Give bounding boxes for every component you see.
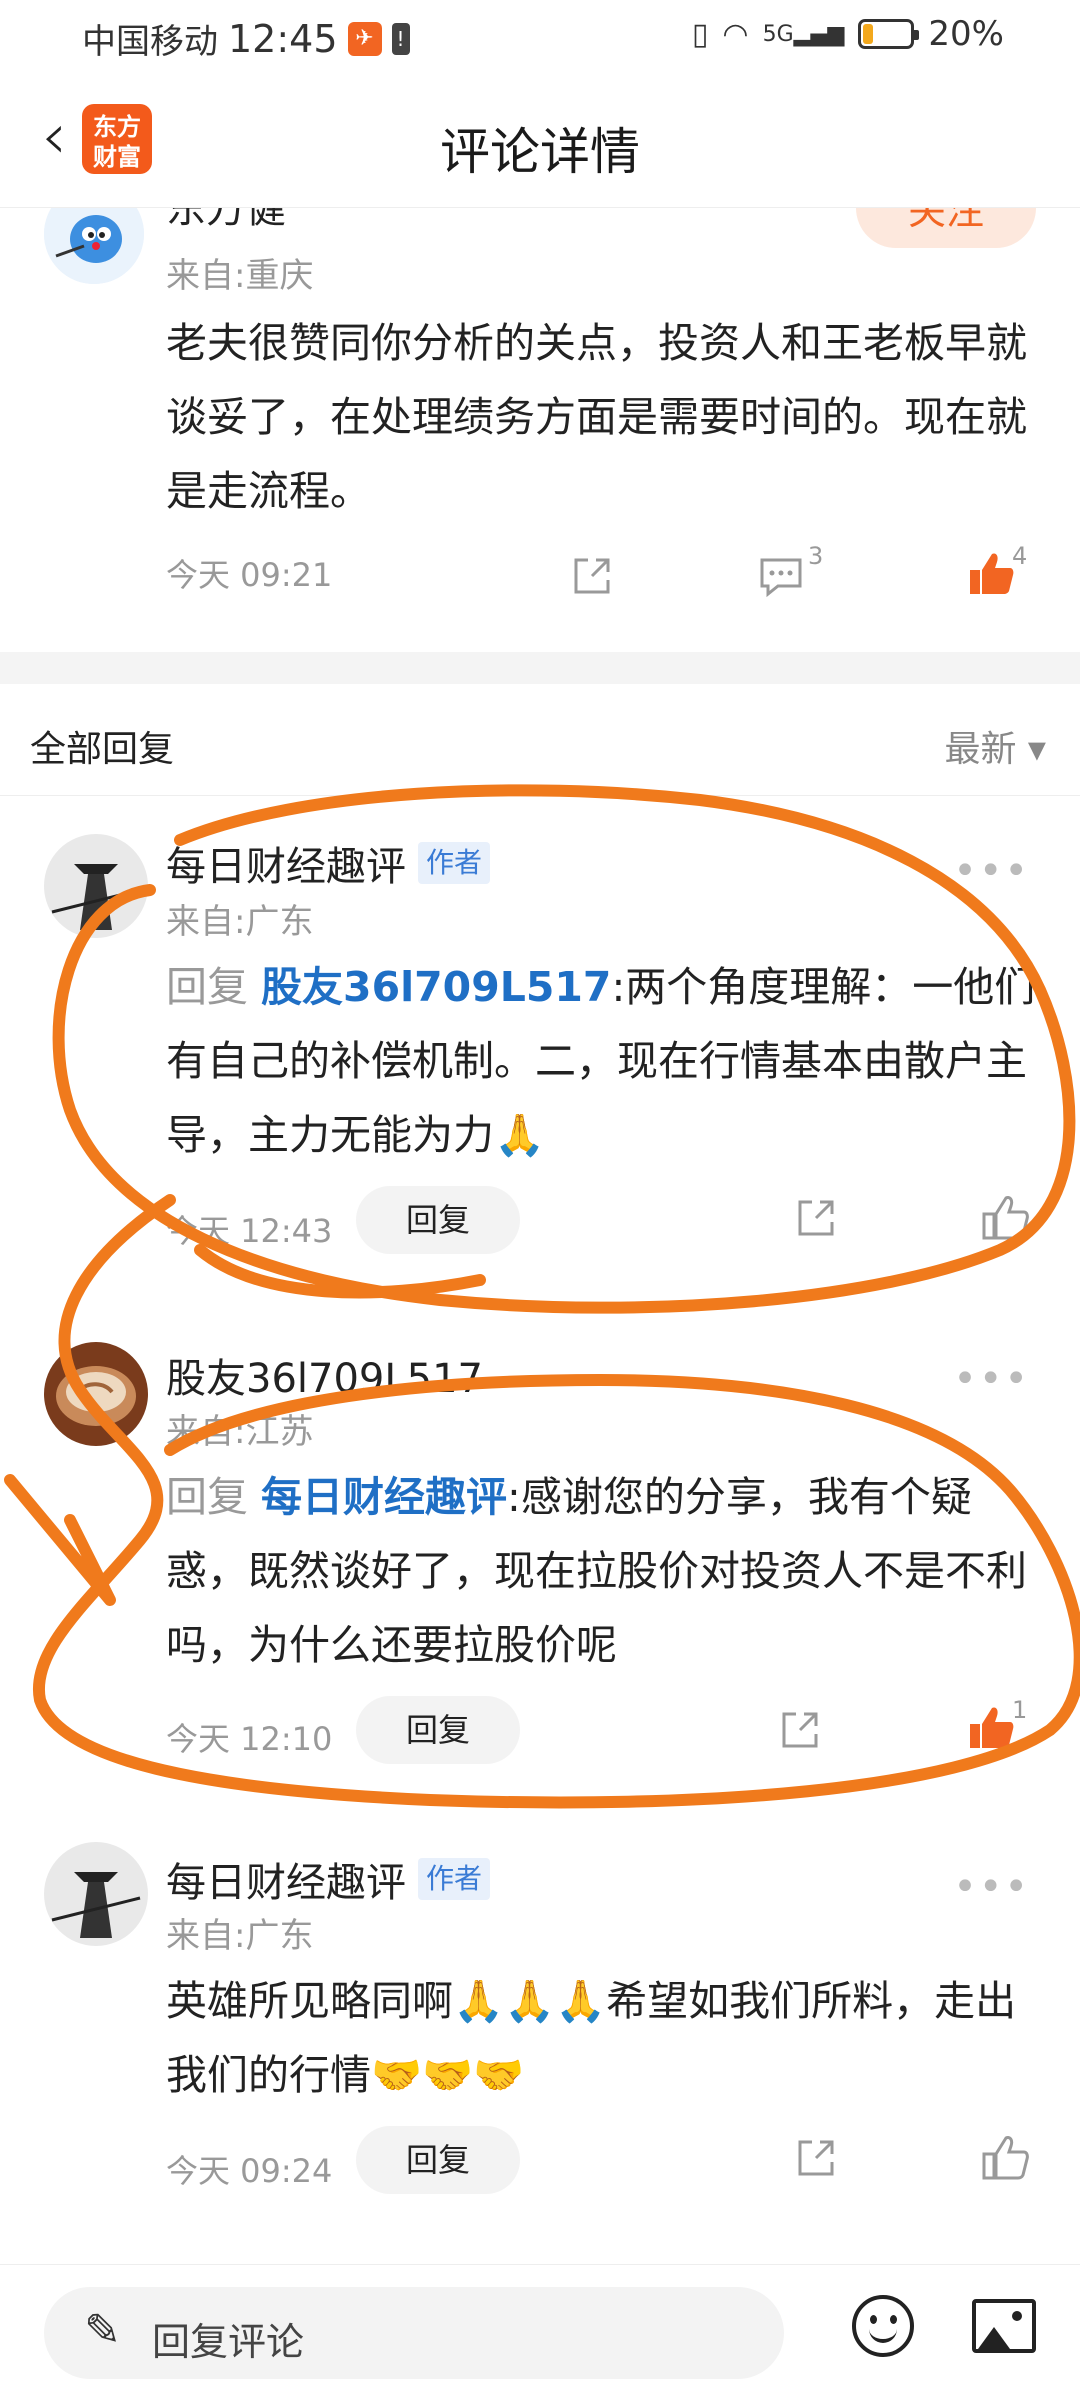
like-icon[interactable]	[980, 2132, 1030, 2193]
commenter-name[interactable]: 东方健	[166, 208, 286, 234]
page-title: 评论详情	[440, 123, 640, 181]
battery-fill	[863, 24, 874, 44]
avatar-image	[44, 208, 144, 284]
like-icon-active[interactable]	[966, 548, 1016, 609]
battery-percent: 20%	[928, 14, 1004, 54]
replies-header: 全部回复 最新 ▾	[0, 684, 1080, 796]
reply-input-placeholder: 回复评论	[152, 2320, 305, 2364]
reply-button[interactable]: 回复	[356, 2126, 520, 2194]
clock: 12:45	[228, 16, 338, 61]
comment-icon[interactable]	[756, 552, 806, 611]
more-icon[interactable]: •••	[953, 848, 1030, 894]
avatar-image	[44, 1342, 148, 1446]
avatar[interactable]	[44, 1342, 148, 1446]
more-icon[interactable]: •••	[953, 1356, 1030, 1402]
like-icon[interactable]	[980, 1192, 1030, 1253]
avatar[interactable]	[44, 834, 148, 938]
author-badge: 作者	[418, 1858, 491, 1900]
comment-text: 老夫很赞同你分析的关点，投资人和王老板早就谈妥了，在处理绩务方面是需要时间的。现…	[166, 319, 1027, 515]
like-icon-active[interactable]	[966, 1702, 1016, 1763]
reply-author: 每日财经趣评 作者	[166, 1850, 491, 1908]
vibrate-icon: ▯	[691, 16, 709, 52]
author-badge: 作者	[418, 842, 491, 884]
location: 来自:重庆	[166, 256, 314, 296]
avatar-image	[44, 834, 148, 938]
reply-text: 回复 股友36l709L517:两个角度理解：一他们有自己的补偿机制。二，现在行…	[166, 950, 1036, 1172]
carrier-label: 中国移动	[82, 22, 218, 62]
battery-icon	[858, 19, 920, 49]
sort-dropdown[interactable]: 最新 ▾	[944, 720, 1046, 772]
reply-input[interactable]: ✎ 回复评论	[44, 2287, 784, 2379]
share-icon[interactable]	[568, 552, 616, 611]
timestamp: 今天 12:43	[166, 1212, 333, 1250]
status-bar: 中国移动 12:45 ✈ ! ▯ ◠ 5G▂▄▆ 20%	[0, 0, 1080, 72]
share-icon[interactable]	[792, 1194, 840, 1253]
replies-title: 全部回复	[30, 729, 175, 770]
bottom-bar: ✎ 回复评论	[0, 2264, 1080, 2400]
reply-author-name[interactable]: 每日财经趣评	[166, 1850, 406, 1908]
main-comment: 东方健 关注 来自:重庆 老夫很赞同你分析的关点，投资人和王老板早就谈妥了，在处…	[0, 208, 1080, 652]
location: 来自:广东	[166, 1916, 314, 1956]
emoji-icon[interactable]	[852, 2295, 914, 2357]
share-icon[interactable]	[776, 1706, 824, 1765]
location: 来自:江苏	[166, 1412, 314, 1452]
reply-item: 每日财经趣评 作者 ••• 来自:广东 英雄所见略同啊🙏🙏🙏希望如我们所料，走出…	[0, 1810, 1080, 2250]
timestamp: 今天 09:24	[166, 2152, 333, 2190]
comment-count: 3	[808, 542, 824, 570]
reply-text: 回复 每日财经趣评:感谢您的分享，我有个疑惑，既然谈好了，现在拉股价对投资人不是…	[166, 1460, 1036, 1682]
avatar[interactable]	[44, 208, 144, 284]
timestamp: 今天 12:10	[166, 1720, 333, 1758]
reply-prefix: 回复	[166, 963, 248, 1011]
location: 来自:广东	[166, 902, 314, 942]
status-right: ▯ ◠ 5G▂▄▆ 20%	[692, 14, 1004, 54]
reply-text: 英雄所见略同啊🙏🙏🙏希望如我们所料，走出我们的行情🤝🤝🤝	[166, 1977, 1017, 2099]
follow-button[interactable]: 关注	[856, 208, 1036, 248]
reply-item: 股友36l709L517 ••• 来自:江苏 回复 每日财经趣评:感谢您的分享，…	[0, 1300, 1080, 1810]
reply-author: 每日财经趣评 作者	[166, 834, 491, 892]
reply-author-name[interactable]: 每日财经趣评	[166, 834, 406, 892]
reply-button[interactable]: 回复	[356, 1696, 520, 1764]
share-icon[interactable]	[792, 2134, 840, 2193]
reply-button[interactable]: 回复	[356, 1186, 520, 1254]
pen-icon: ✎	[84, 2305, 121, 2356]
avatar[interactable]	[44, 1842, 148, 1946]
alert-icon: !	[391, 22, 410, 55]
mention-link[interactable]: 每日财经趣评	[261, 1473, 507, 1521]
avatar-image	[44, 1842, 148, 1946]
network-type: 5G	[762, 21, 794, 47]
signal-icon: 5G▂▄▆	[762, 21, 845, 47]
reply-prefix: 回复	[166, 1473, 248, 1521]
reply-item: 每日财经趣评 作者 ••• 来自:广东 回复 股友36l709L517:两个角度…	[0, 796, 1080, 1300]
header: ‹ 东方 财富 评论详情	[0, 72, 1080, 208]
like-count: 4	[1012, 542, 1028, 570]
reply-author: 股友36l709L517	[166, 1346, 483, 1404]
wifi-icon: ◠	[722, 16, 749, 52]
more-icon[interactable]: •••	[953, 1864, 1030, 1910]
notification-app-icon: ✈	[347, 21, 382, 56]
timestamp: 今天 09:21	[166, 556, 333, 594]
section-divider	[0, 652, 1080, 684]
status-left: 中国移动 12:45 ✈ !	[82, 14, 410, 63]
like-count: 1	[1012, 1696, 1028, 1724]
mention-link[interactable]: 股友36l709L517	[261, 963, 611, 1011]
image-icon[interactable]	[972, 2299, 1036, 2353]
reply-author-name[interactable]: 股友36l709L517	[166, 1346, 483, 1404]
